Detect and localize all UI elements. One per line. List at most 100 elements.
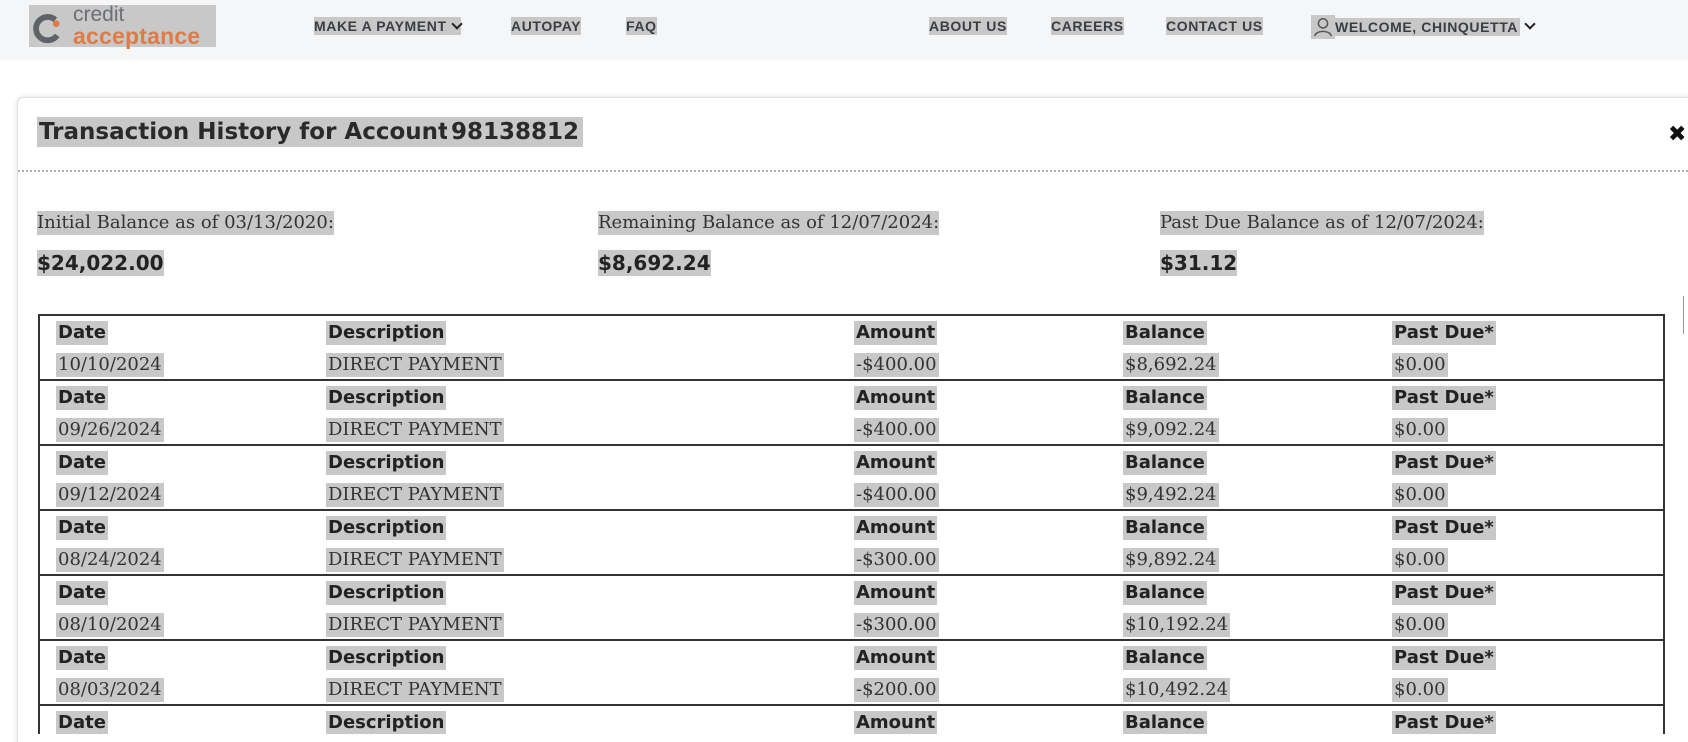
table-row: Date Description Amount Balance Past Due… xyxy=(38,509,1665,576)
header-past-due: Past Due* xyxy=(1392,451,1496,475)
header-date: Date xyxy=(56,711,108,734)
table-row: Date Description Amount Balance Past Due… xyxy=(38,639,1665,706)
header-balance: Balance xyxy=(1123,451,1207,475)
header-balance: Balance xyxy=(1123,386,1207,410)
header-description: Description xyxy=(326,711,447,734)
cell-description: DIRECT PAYMENT xyxy=(326,678,504,702)
nav-autopay[interactable]: AUTOPAY xyxy=(511,17,582,35)
cell-past-due: $0.00 xyxy=(1392,613,1448,637)
cell-balance: $9,092.24 xyxy=(1123,418,1219,442)
top-nav-bar: credit acceptance MAKE A PAYMENT AUTOPAY… xyxy=(0,0,1688,60)
cell-date: 08/10/2024 xyxy=(56,613,164,637)
logo-mark-icon xyxy=(33,14,60,44)
header-amount: Amount xyxy=(854,646,938,670)
table-row: Date Description Amount Balance Past Due… xyxy=(38,704,1665,734)
user-welcome-label: WELCOME, CHINQUETTA xyxy=(1335,18,1521,36)
cell-amount: -$200.00 xyxy=(854,678,939,702)
cell-past-due: $0.00 xyxy=(1392,548,1448,572)
scrollbar-thumb[interactable] xyxy=(1683,296,1688,334)
cell-amount: -$400.00 xyxy=(854,353,939,377)
header-past-due: Past Due* xyxy=(1392,581,1496,605)
header-description: Description xyxy=(326,321,447,345)
cell-description: DIRECT PAYMENT xyxy=(326,548,504,572)
modal-header: Transaction History for Account 98138812… xyxy=(18,98,1688,172)
account-number: 98138812 xyxy=(447,117,584,147)
table-row: Date Description Amount Balance Past Due… xyxy=(38,314,1665,381)
header-date: Date xyxy=(56,451,108,475)
cell-past-due: $0.00 xyxy=(1392,483,1448,507)
header-description: Description xyxy=(326,646,447,670)
cell-amount: -$400.00 xyxy=(854,418,939,442)
header-balance: Balance xyxy=(1123,646,1207,670)
header-past-due: Past Due* xyxy=(1392,321,1496,345)
table-row: Date Description Amount Balance Past Due… xyxy=(38,379,1665,446)
chevron-down-icon xyxy=(1524,18,1536,30)
header-date: Date xyxy=(56,646,108,670)
header-balance: Balance xyxy=(1123,516,1207,540)
header-balance: Balance xyxy=(1123,711,1207,734)
header-amount: Amount xyxy=(854,321,938,345)
cell-date: 09/26/2024 xyxy=(56,418,164,442)
header-description: Description xyxy=(326,516,447,540)
cell-past-due: $0.00 xyxy=(1392,418,1448,442)
transaction-history-modal: Transaction History for Account 98138812… xyxy=(17,97,1688,742)
logo-text-acceptance: acceptance xyxy=(73,23,201,49)
initial-balance-label: Initial Balance as of 03/13/2020: xyxy=(37,211,334,235)
cell-description: DIRECT PAYMENT xyxy=(326,483,504,507)
header-description: Description xyxy=(326,451,447,475)
header-balance: Balance xyxy=(1123,321,1207,345)
cell-balance: $10,192.24 xyxy=(1123,613,1231,637)
table-row: Date Description Amount Balance Past Due… xyxy=(38,574,1665,641)
cell-balance: $9,892.24 xyxy=(1123,548,1219,572)
cell-balance: $9,492.24 xyxy=(1123,483,1219,507)
header-past-due: Past Due* xyxy=(1392,516,1496,540)
header-past-due: Past Due* xyxy=(1392,711,1496,734)
cell-balance: $10,492.24 xyxy=(1123,678,1231,702)
nav-careers[interactable]: CAREERS xyxy=(1051,17,1124,35)
nav-faq[interactable]: FAQ xyxy=(626,17,657,35)
cell-date: 10/10/2024 xyxy=(56,353,164,377)
past-due-balance-value: $31.12 xyxy=(1160,250,1238,276)
cell-description: DIRECT PAYMENT xyxy=(326,353,504,377)
cell-description: DIRECT PAYMENT xyxy=(326,613,504,637)
close-icon[interactable]: ✖ xyxy=(1668,124,1686,146)
header-amount: Amount xyxy=(854,386,938,410)
header-amount: Amount xyxy=(854,581,938,605)
header-description: Description xyxy=(326,581,447,605)
user-icon xyxy=(1314,18,1332,37)
header-amount: Amount xyxy=(854,516,938,540)
initial-balance-value: $24,022.00 xyxy=(37,250,164,276)
past-due-balance-label: Past Due Balance as of 12/07/2024: xyxy=(1160,211,1484,235)
cell-date: 08/03/2024 xyxy=(56,678,164,702)
table-row: Date Description Amount Balance Past Due… xyxy=(38,444,1665,511)
nav-about-us[interactable]: ABOUT US xyxy=(929,17,1007,35)
cell-past-due: $0.00 xyxy=(1392,678,1448,702)
cell-date: 09/12/2024 xyxy=(56,483,164,507)
modal-title: Transaction History for Account xyxy=(37,117,452,147)
transaction-table: Date Description Amount Balance Past Due… xyxy=(38,314,1665,734)
credit-acceptance-logo[interactable]: credit acceptance xyxy=(29,4,216,49)
nav-make-payment[interactable]: MAKE A PAYMENT xyxy=(314,17,463,35)
cell-amount: -$300.00 xyxy=(854,613,939,637)
header-date: Date xyxy=(56,516,108,540)
cell-description: DIRECT PAYMENT xyxy=(326,418,504,442)
cell-amount: -$300.00 xyxy=(854,548,939,572)
user-icon-bg xyxy=(1311,15,1335,39)
remaining-balance-value: $8,692.24 xyxy=(598,250,711,276)
cell-date: 08/24/2024 xyxy=(56,548,164,572)
nav-contact-us[interactable]: CONTACT US xyxy=(1166,17,1263,35)
cell-past-due: $0.00 xyxy=(1392,353,1448,377)
header-amount: Amount xyxy=(854,711,938,734)
header-past-due: Past Due* xyxy=(1392,386,1496,410)
header-past-due: Past Due* xyxy=(1392,646,1496,670)
header-date: Date xyxy=(56,321,108,345)
cell-amount: -$400.00 xyxy=(854,483,939,507)
chevron-down-icon xyxy=(450,18,463,30)
cell-balance: $8,692.24 xyxy=(1123,353,1219,377)
user-menu[interactable]: WELCOME, CHINQUETTA xyxy=(1311,15,1536,39)
header-amount: Amount xyxy=(854,451,938,475)
remaining-balance-label: Remaining Balance as of 12/07/2024: xyxy=(598,211,940,235)
header-description: Description xyxy=(326,386,447,410)
header-date: Date xyxy=(56,581,108,605)
header-balance: Balance xyxy=(1123,581,1207,605)
